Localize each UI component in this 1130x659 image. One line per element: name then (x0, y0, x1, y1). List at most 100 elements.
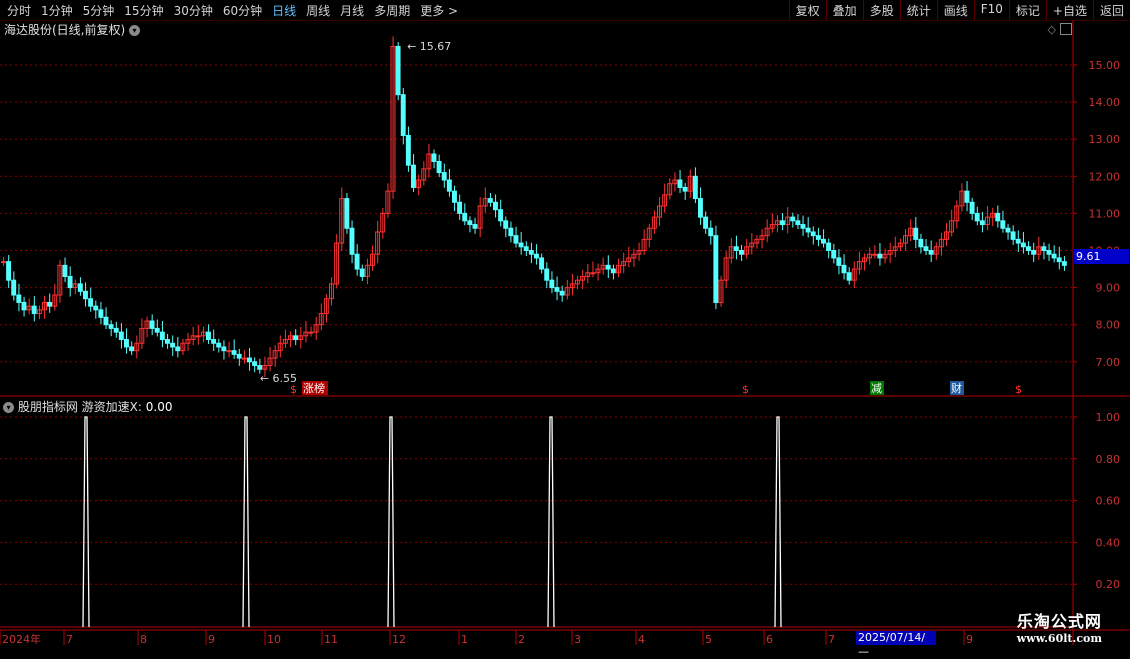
candle-body (1, 261, 6, 264)
candle-body (349, 227, 355, 255)
time-axis-label: 4 (638, 633, 645, 646)
time-axis-label: 7 (828, 633, 835, 646)
candle-body (498, 209, 504, 222)
candle-body (739, 250, 744, 255)
candle-body (124, 339, 129, 348)
candle-body (154, 327, 160, 333)
candle-body (831, 250, 837, 259)
candle-body (118, 331, 124, 341)
candle-body (559, 290, 565, 296)
candle-body (1020, 242, 1026, 248)
candle-body (462, 212, 468, 222)
candle-body (513, 235, 519, 244)
candle-body (241, 357, 247, 360)
candle-body (1000, 220, 1006, 229)
candle-body (293, 335, 299, 341)
candle-body (549, 279, 555, 289)
candle-body (780, 220, 785, 226)
candle-body (836, 257, 842, 266)
event-marker-label: 财 (951, 381, 962, 395)
price-tick-label: 7.00 (1096, 356, 1121, 369)
candle-body (400, 94, 406, 136)
candle-body (6, 261, 12, 281)
indicator-spike (547, 416, 555, 628)
time-axis-label: 6 (766, 633, 773, 646)
candle-body (1061, 261, 1067, 266)
time-axis-label: 2024年 (2, 632, 41, 646)
watermark-line1: 乐淘公式网 (1016, 612, 1102, 631)
candle-body (62, 264, 68, 277)
candle-body (236, 353, 242, 359)
candle-body (103, 316, 109, 326)
candle-body (534, 253, 539, 259)
price-tick-label: 15.00 (1089, 59, 1121, 72)
candle-body (88, 298, 94, 307)
event-marker-dollar: $ (1015, 383, 1022, 396)
candle-body (1031, 250, 1037, 255)
candle-body (800, 224, 806, 229)
candle-body (216, 342, 222, 348)
time-axis-label: 11 (324, 633, 338, 646)
candle-body (528, 250, 534, 255)
event-marker-dollar: $ (742, 383, 749, 396)
candle-body (841, 264, 847, 274)
candle-body (539, 257, 545, 270)
candle-body (411, 164, 416, 188)
candle-body (969, 201, 975, 214)
candle-body (810, 231, 816, 237)
candle-body (503, 220, 509, 229)
candle-body (226, 350, 232, 353)
candle-body (405, 134, 411, 166)
candle-body (206, 331, 211, 341)
indicator-tick-label: 0.80 (1096, 453, 1121, 466)
candle-body (149, 320, 155, 329)
candle-body (523, 246, 529, 251)
indicator-tick-label: 0.60 (1096, 495, 1121, 508)
candle-body (83, 290, 88, 300)
candle-body (47, 301, 53, 307)
candle-body (431, 153, 437, 162)
candle-body (354, 253, 360, 270)
candle-body (308, 331, 314, 334)
candle-body (964, 190, 970, 203)
candle-body (129, 346, 135, 352)
candle-body (452, 190, 457, 203)
kline-chart[interactable]: 15.0014.0013.0012.0011.0010.009.008.007.… (0, 0, 1130, 650)
candle-body (703, 216, 709, 229)
candle-body (698, 198, 703, 218)
candle-body (247, 357, 252, 363)
candle-body (979, 220, 985, 226)
indicator-spike (242, 416, 250, 628)
price-tick-label: 12.00 (1089, 170, 1121, 183)
candle-body (436, 160, 442, 174)
candle-body (610, 268, 616, 274)
candle-body (877, 253, 883, 259)
indicator-spike (387, 416, 395, 628)
candle-body (175, 346, 181, 352)
candle-body (821, 238, 826, 244)
candle-body (554, 287, 560, 292)
candle-body (708, 227, 714, 237)
candle-body (113, 327, 119, 333)
candle-body (11, 279, 17, 296)
indicator-spike (82, 416, 90, 628)
event-marker-label: 减 (871, 382, 882, 395)
candle-body (1026, 246, 1031, 251)
indicator-tick-label: 0.20 (1096, 578, 1121, 591)
watermark-logo: 乐淘公式网 www.60lt.com (1017, 608, 1102, 645)
time-axis-label: 3 (574, 633, 581, 646)
candle-body (826, 242, 832, 252)
candle-body (713, 235, 719, 303)
price-tick-label: 9.00 (1096, 282, 1121, 295)
candle-body (77, 283, 83, 292)
time-axis-label: 12 (392, 633, 406, 646)
candle-body (974, 212, 980, 222)
candle-body (344, 198, 350, 229)
candle-body (493, 201, 498, 211)
time-axis-label: 2 (518, 633, 525, 646)
price-tick-label: 8.00 (1096, 319, 1121, 332)
candle-body (98, 309, 104, 318)
indicator-spike (774, 416, 782, 628)
candle-body (1005, 227, 1011, 233)
candle-body (257, 365, 263, 370)
